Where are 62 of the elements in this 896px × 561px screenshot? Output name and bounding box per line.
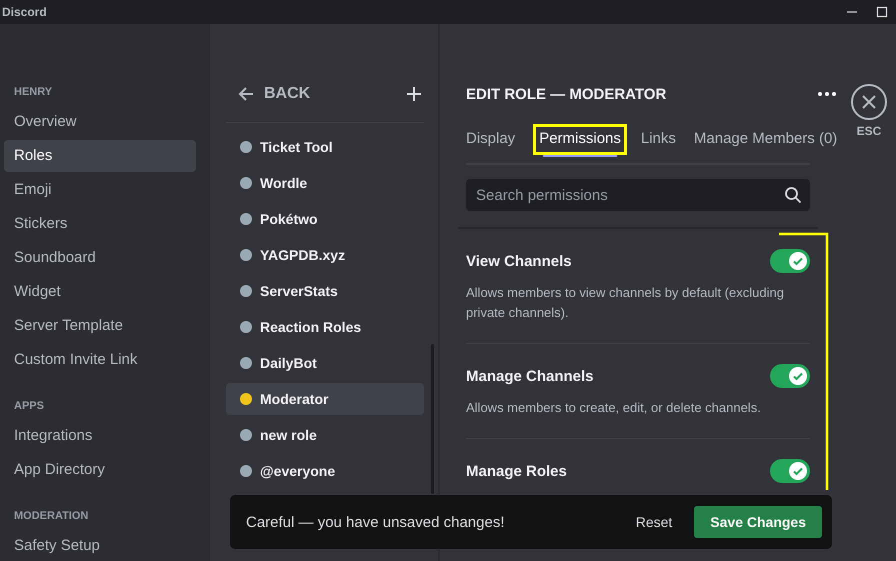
sidebar-item[interactable]: Soundboard [4,242,196,274]
check-icon [792,255,804,267]
role-name: YAGPDB.xyz [260,247,346,263]
role-name: Pokétwo [260,211,318,227]
back-button[interactable]: BACK [236,84,310,104]
role-name: ServerStats [260,283,338,299]
role-title: EDIT ROLE — MODERATOR [466,86,666,102]
role-name: Reaction Roles [260,319,362,335]
role-item[interactable]: @everyone [226,455,424,487]
plus-icon[interactable] [406,86,422,102]
section-header: MODERATION [13,510,90,522]
role-item[interactable]: Moderator [226,383,424,415]
close-icon[interactable] [851,84,887,120]
role-item[interactable]: YAGPDB.xyz [226,239,424,271]
sidebar-item[interactable]: Server Template [4,310,196,342]
section-header: HENRY [13,86,54,98]
role-name: @everyone [260,463,336,479]
permission-name: Manage Roles [466,462,567,480]
permission-name: Manage Channels [466,368,594,384]
search-field[interactable]: Search permissions [466,179,810,211]
role-item[interactable]: Reaction Roles [226,311,424,343]
toggle-switch[interactable] [770,364,810,388]
role-item[interactable]: DailyBot [226,347,424,379]
tab[interactable]: Links [640,124,680,165]
tab[interactable]: Permissions [533,124,627,155]
role-name: Moderator [260,391,328,407]
sidebar-item[interactable]: Roles [4,140,196,172]
role-item[interactable]: Ticket Tool [226,131,424,163]
permission-description: Allows members to view channels by default (excluding private channels). [466,284,785,322]
window-title: Discord [2,5,47,19]
sidebar-item[interactable]: Integrations [4,420,196,452]
check-icon [792,465,804,477]
section-header: APPS [13,400,45,412]
role-item[interactable]: new role [226,419,424,451]
toggle-switch[interactable] [770,249,810,273]
role-item[interactable]: ServerStats [226,275,424,307]
role-name: Ticket Tool [260,139,333,155]
sidebar-item[interactable]: Custom Invite Link [4,344,196,376]
check-icon [792,370,804,382]
permission-description: Allows members to create, edit, or delete channels. [466,399,762,417]
more-options-icon[interactable] [818,92,836,96]
esc-label: ESC [856,124,882,138]
tab[interactable]: Display [466,124,520,165]
role-item[interactable]: Wordle [226,167,424,199]
sidebar-item[interactable]: App Directory [4,454,196,486]
save-changes-button[interactable]: Save Changes [694,506,822,538]
role-name: new role [260,427,317,443]
sidebar-item[interactable]: Emoji [4,174,196,206]
sidebar-item[interactable]: Overview [4,106,196,138]
sidebar-item[interactable]: Widget [4,276,196,308]
sidebar-item[interactable]: Safety Setup [4,530,196,561]
toggle-switch[interactable] [770,459,810,483]
search-icon [784,186,802,204]
sidebar-item[interactable]: Stickers [4,208,196,240]
reset-button[interactable]: Reset [636,514,672,530]
permission-name: View Channels [466,252,572,270]
maximize-icon[interactable] [876,6,888,18]
role-name: DailyBot [260,355,317,371]
tab[interactable]: Manage Members (0) [694,124,842,165]
role-name: Wordle [260,175,308,191]
unsaved-message: Careful — you have unsaved changes! [246,514,504,530]
role-item[interactable]: Pokétwo [226,203,424,235]
